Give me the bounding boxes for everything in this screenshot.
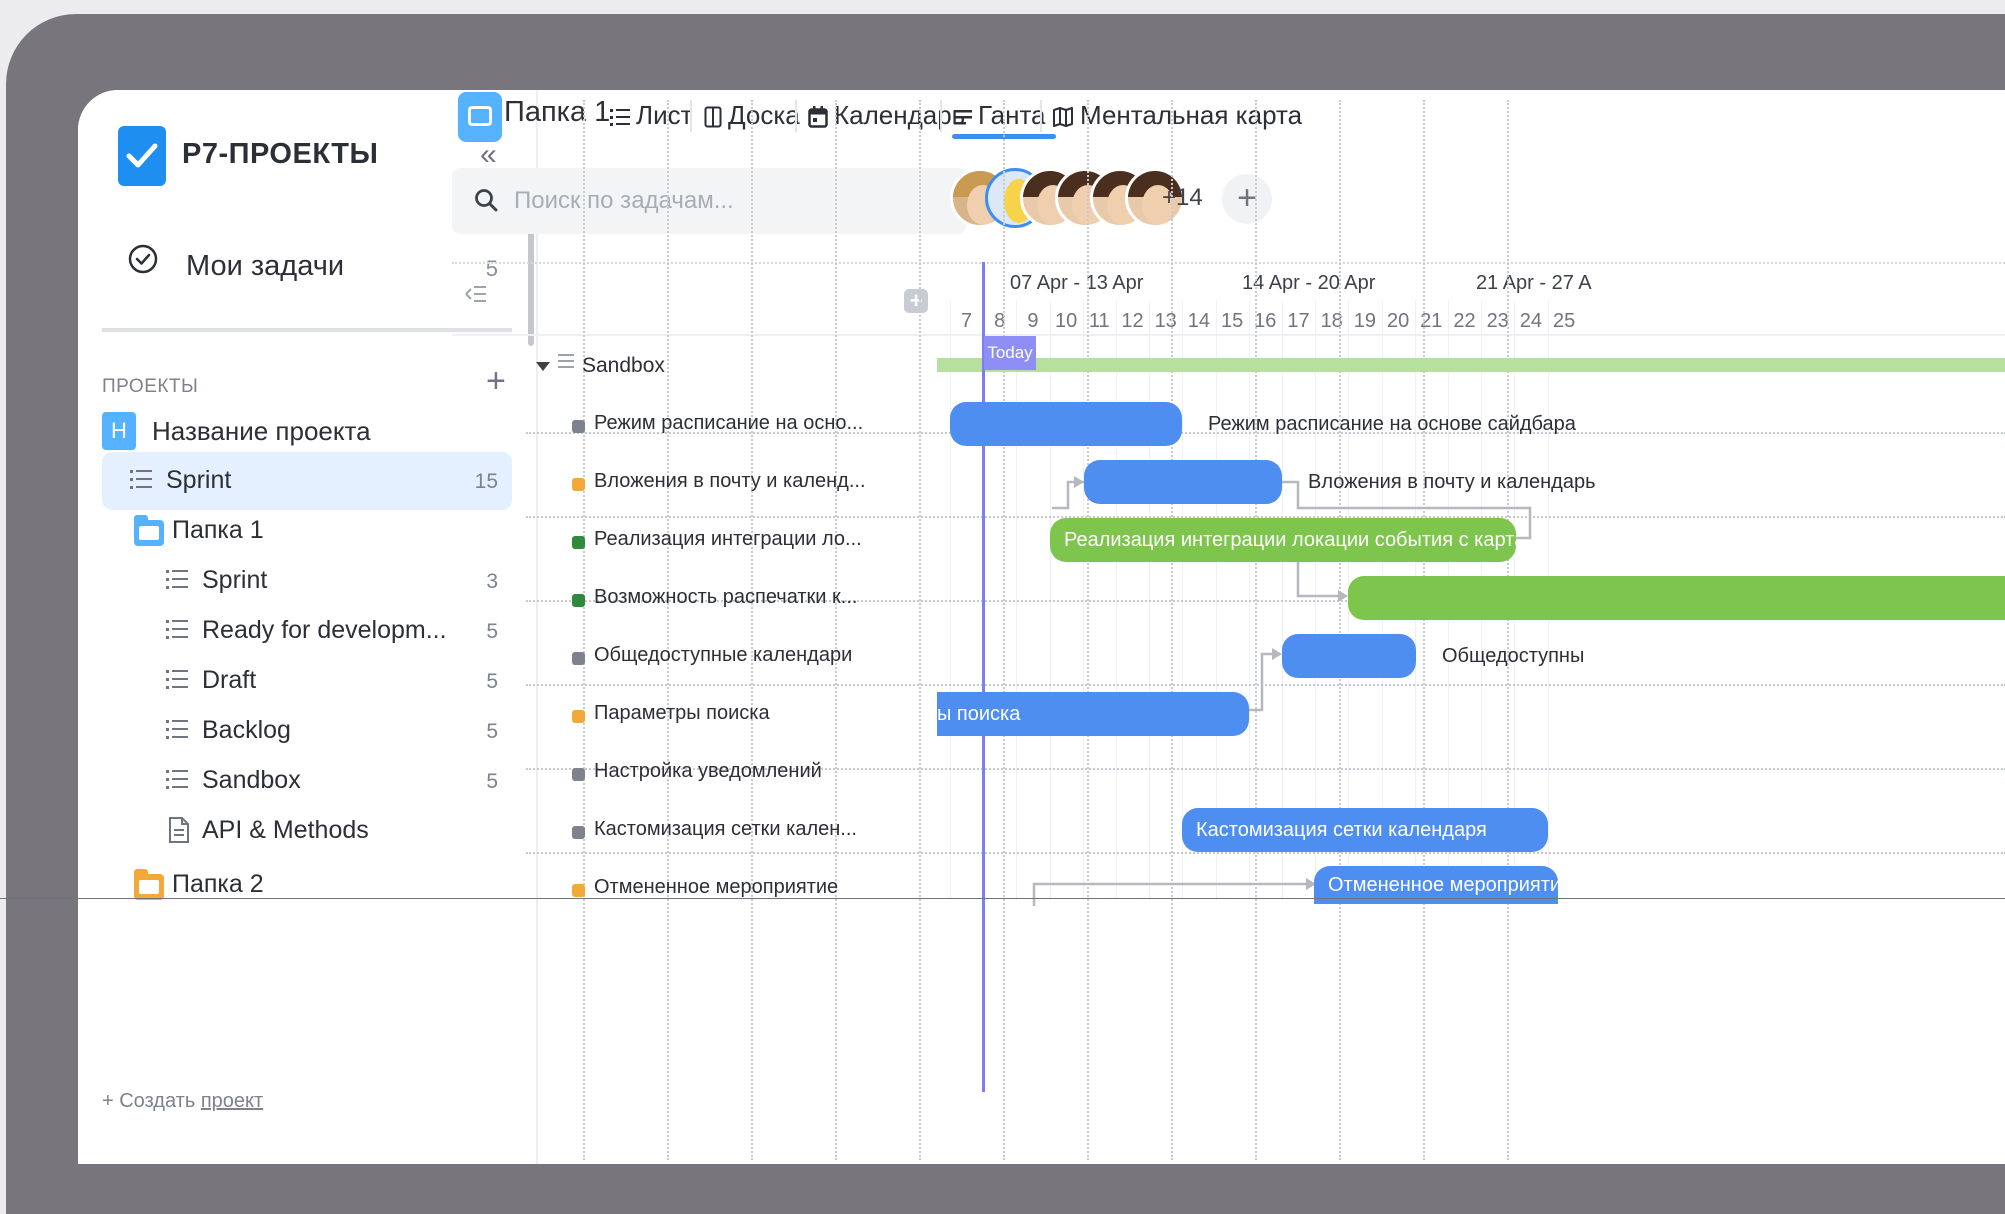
task-bar[interactable]: ы поиска	[937, 692, 1249, 736]
task-bar-label: Кастомизация сетки календаря	[1196, 819, 1487, 841]
task-bar[interactable]: Кастомизация сетки календаря	[1182, 808, 1548, 852]
task-bar[interactable]	[950, 402, 1182, 446]
task-bar[interactable]	[1348, 576, 2005, 620]
task-bar[interactable]	[1282, 634, 1416, 678]
task-bar-label: Отмененное мероприятие	[1328, 874, 1558, 896]
screen-edge-line	[0, 898, 2005, 899]
task-bar-label: Реализация интеграции локации события с …	[1064, 529, 1516, 551]
task-bar-side-label: Вложения в почту и календарь	[1308, 471, 1596, 493]
task-bar-side-label: Режим расписание на основе сайдбара	[1208, 413, 1576, 435]
task-bar-side-label: Общедоступны	[1442, 645, 1585, 667]
task-bar[interactable]	[1084, 460, 1282, 504]
task-bar-label: ы поиска	[937, 703, 1021, 725]
task-bar[interactable]: Реализация интеграции локации события с …	[1050, 518, 1516, 562]
